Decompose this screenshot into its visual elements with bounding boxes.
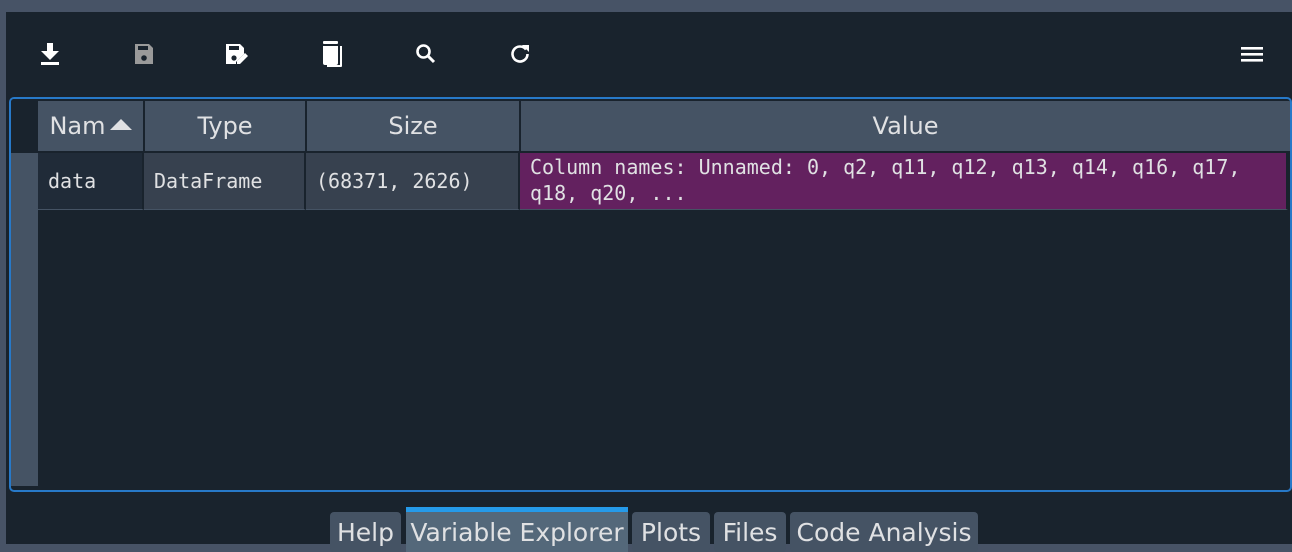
cell-value[interactable]: Column names: Unnamed: 0, q2, q11, q12, …: [520, 153, 1288, 210]
options-menu-button[interactable]: [1237, 39, 1267, 69]
sort-ascending-icon: [109, 118, 132, 130]
column-header-name[interactable]: Nam: [38, 101, 145, 151]
hamburger-menu-icon: [1241, 47, 1263, 62]
remove-all-variables-button[interactable]: [317, 39, 347, 69]
row-header-column: [11, 153, 38, 486]
search-icon: [416, 44, 436, 64]
delete-icon: [323, 41, 342, 67]
download-icon: [41, 43, 59, 65]
tab-files[interactable]: Files: [714, 512, 786, 552]
cell-type[interactable]: DataFrame: [144, 153, 306, 210]
toolbar: [6, 12, 1292, 96]
table-corner: [11, 99, 38, 151]
pane-tab-bar: Help Variable Explorer Plots Files Code …: [6, 498, 1292, 552]
column-header-type[interactable]: Type: [145, 101, 307, 151]
column-header-value[interactable]: Value: [521, 101, 1290, 151]
column-header-label: Nam: [49, 112, 106, 140]
save-as-icon: [226, 44, 248, 64]
search-variables-button[interactable]: [411, 39, 441, 69]
save-icon: [135, 44, 153, 64]
save-data-as-button[interactable]: [222, 39, 252, 69]
column-header-label: Value: [872, 112, 939, 140]
column-header-label: Size: [388, 112, 438, 140]
save-data-button[interactable]: [129, 39, 159, 69]
refresh-variables-button[interactable]: [505, 39, 535, 69]
column-header-size[interactable]: Size: [307, 101, 521, 151]
tab-code-analysis[interactable]: Code Analysis: [790, 512, 978, 552]
variables-table[interactable]: Nam Type Size Value data DataFrame (6837…: [9, 97, 1292, 492]
variable-explorer-pane: Nam Type Size Value data DataFrame (6837…: [6, 12, 1292, 552]
tab-help[interactable]: Help: [330, 512, 401, 552]
tab-variable-explorer[interactable]: Variable Explorer: [406, 507, 628, 552]
cell-size[interactable]: (68371, 2626): [306, 153, 520, 210]
column-header-label: Type: [197, 112, 253, 140]
tab-plots[interactable]: Plots: [632, 512, 710, 552]
import-data-button[interactable]: [35, 39, 65, 69]
refresh-icon: [511, 45, 529, 63]
cell-name[interactable]: data: [38, 153, 144, 210]
